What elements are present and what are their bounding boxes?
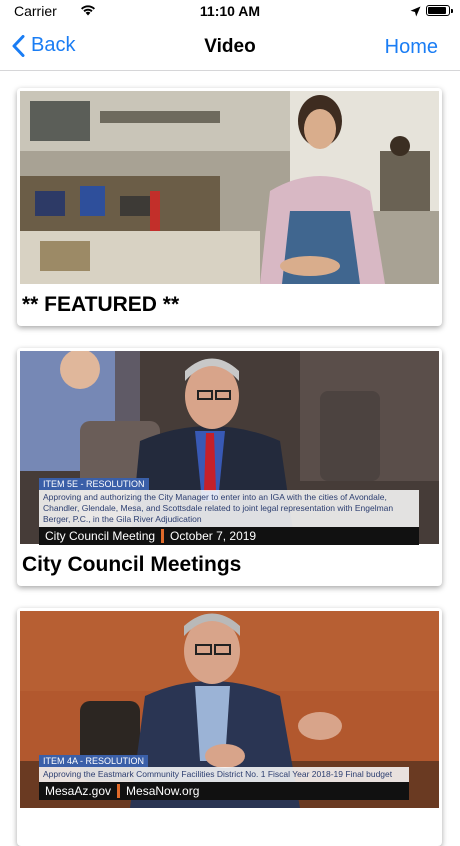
- navigation-bar: Back Video Home: [0, 24, 460, 71]
- home-button[interactable]: Home: [385, 36, 438, 59]
- card-title: ** FEATURED **: [22, 293, 180, 316]
- status-bar: Carrier 11:10 AM: [0, 0, 460, 24]
- clock: 11:10 AM: [199, 3, 261, 19]
- overlay-right-text: MesaNow.org: [126, 784, 200, 798]
- video-thumbnail: [20, 91, 439, 284]
- video-card-3[interactable]: ITEM 4A - RESOLUTION Approving the Eastm…: [17, 608, 442, 846]
- battery-icon: [426, 5, 453, 16]
- location-arrow-icon: [410, 4, 421, 22]
- overlay-item-tag: ITEM 5E - RESOLUTION: [39, 478, 149, 490]
- overlay-description: Approving and authorizing the City Manag…: [39, 490, 419, 527]
- overlay-bar: MesaAz.gov MesaNow.org: [39, 782, 409, 800]
- card-title: City Council Meetings: [22, 553, 242, 576]
- video-caption-overlay: ITEM 5E - RESOLUTION Approving and autho…: [39, 478, 419, 545]
- battery-level: [428, 7, 446, 14]
- video-card-featured[interactable]: ** FEATURED **: [17, 88, 442, 326]
- video-caption-overlay: ITEM 4A - RESOLUTION Approving the Eastm…: [39, 755, 409, 800]
- video-card-city-council[interactable]: ITEM 5E - RESOLUTION Approving and autho…: [17, 348, 442, 586]
- overlay-left-text: City Council Meeting: [45, 529, 156, 543]
- overlay-left-text: MesaAz.gov: [45, 784, 112, 798]
- overlay-item-tag: ITEM 4A - RESOLUTION: [39, 755, 149, 767]
- overlay-description: Approving the Eastmark Community Facilit…: [39, 767, 409, 782]
- overlay-right-text: October 7, 2019: [170, 529, 257, 543]
- overlay-bar: City Council Meeting October 7, 2019: [39, 527, 419, 545]
